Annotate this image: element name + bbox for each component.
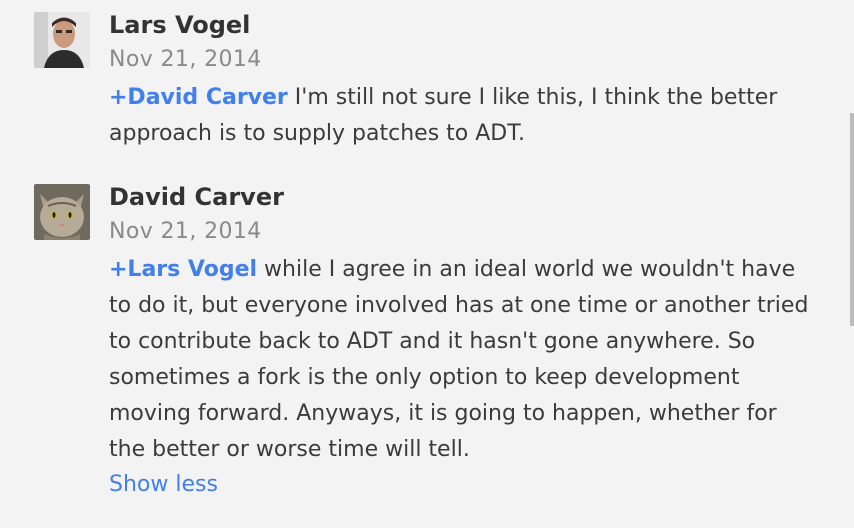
comment-text: while I agree in an ideal world we would… xyxy=(109,257,809,462)
comment-author[interactable]: Lars Vogel xyxy=(109,11,250,39)
avatar-david-carver-cat-image xyxy=(34,184,90,240)
show-less-link[interactable]: Show less xyxy=(109,472,218,497)
comment-date: Nov 21, 2014 xyxy=(109,47,262,72)
mention-link[interactable]: +Lars Vogel xyxy=(109,257,257,282)
comment-author[interactable]: David Carver xyxy=(109,183,284,211)
avatar-lars-vogel-image xyxy=(34,12,90,68)
avatar[interactable] xyxy=(34,12,90,68)
mention-link[interactable]: +David Carver xyxy=(109,85,288,110)
scrollbar[interactable] xyxy=(850,113,854,326)
comment-date: Nov 21, 2014 xyxy=(109,219,262,244)
comment-body: +Lars Vogel while I agree in an ideal wo… xyxy=(109,252,809,468)
comment-body: +David Carver I'm still not sure I like … xyxy=(109,80,809,152)
avatar[interactable] xyxy=(34,184,90,240)
